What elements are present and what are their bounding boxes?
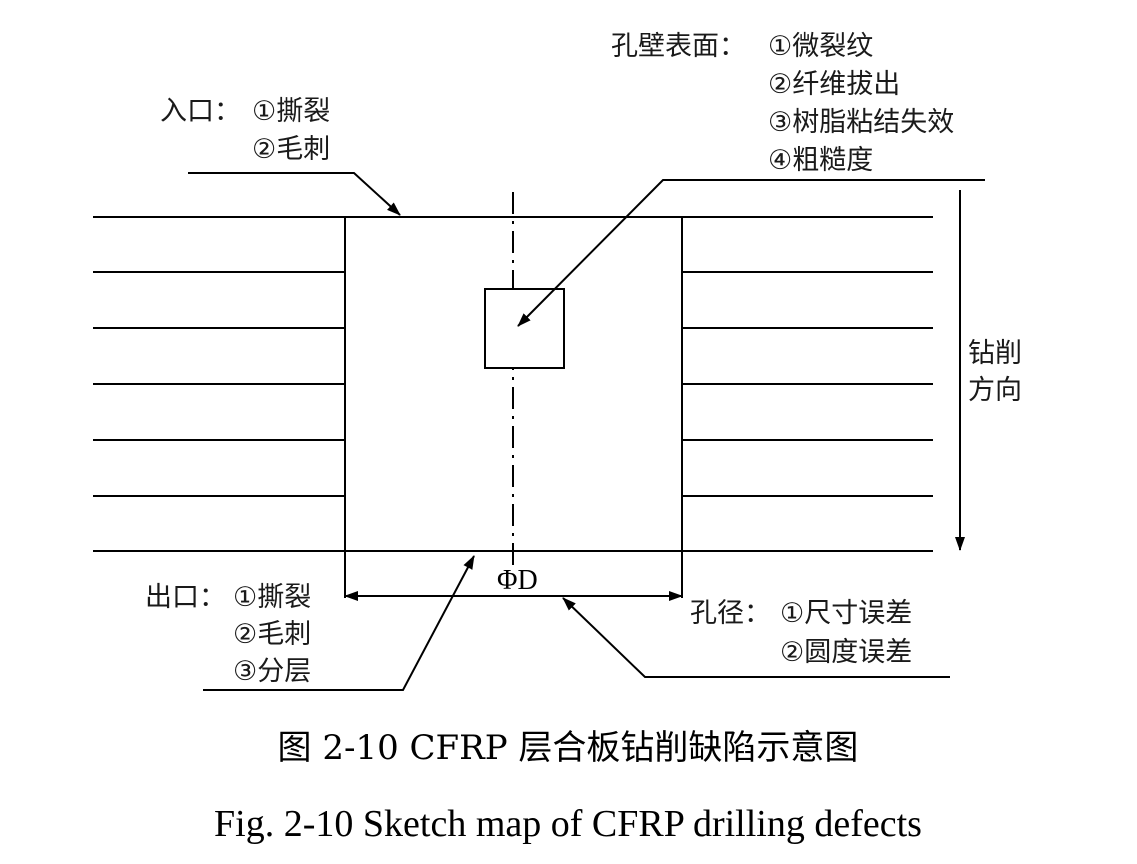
drilling-direction-label-line-1: 钻削 (968, 338, 1022, 369)
exit-item-2: ②毛刺 (233, 619, 311, 650)
caption-english: Fig. 2-10 Sketch map of CFRP drilling de… (214, 803, 922, 845)
entry-leader-arrow (188, 172, 401, 216)
exit-title: 出口： (145, 582, 226, 613)
diameter-symbol: ΦD (497, 565, 538, 596)
hole-wall-item-4: ④粗糙度 (768, 145, 873, 176)
hole-wall-item-1: ①微裂纹 (768, 31, 873, 62)
diameter-item-2: ②圆度误差 (780, 637, 912, 668)
hole-wall-item-3: ③树脂粘结失效 (768, 107, 954, 138)
caption-chinese: 图 2-10 CFRP 层合板钻削缺陷示意图 (278, 728, 859, 768)
hole-wall-detail-box (484, 288, 565, 369)
diameter-item-1: ①尺寸误差 (780, 598, 912, 629)
exit-item-3: ③分层 (233, 656, 311, 687)
exit-item-1: ①撕裂 (233, 582, 311, 613)
cfrp-drilling-defect-diagram: ΦD 入口： ①撕裂 ②毛刺 孔壁表面： ①微裂纹 ②纤维拔出 ③树脂粘结失效 … (93, 31, 1022, 845)
diameter-title: 孔径： (690, 598, 771, 629)
hole-wall-leader-arrow (517, 179, 985, 327)
drilling-direction-label-line-2: 方向 (968, 375, 1022, 406)
entry-item-1: ①撕裂 (252, 96, 330, 127)
entry-item-2: ②毛刺 (252, 134, 330, 165)
hole-wall-item-2: ②纤维拔出 (768, 69, 900, 100)
diagram-canvas: ΦD 入口： ①撕裂 ②毛刺 孔壁表面： ①微裂纹 ②纤维拔出 ③树脂粘结失效 … (0, 0, 1137, 864)
hole-wall-title: 孔壁表面： (611, 31, 746, 62)
entry-title: 入口： (160, 96, 241, 127)
